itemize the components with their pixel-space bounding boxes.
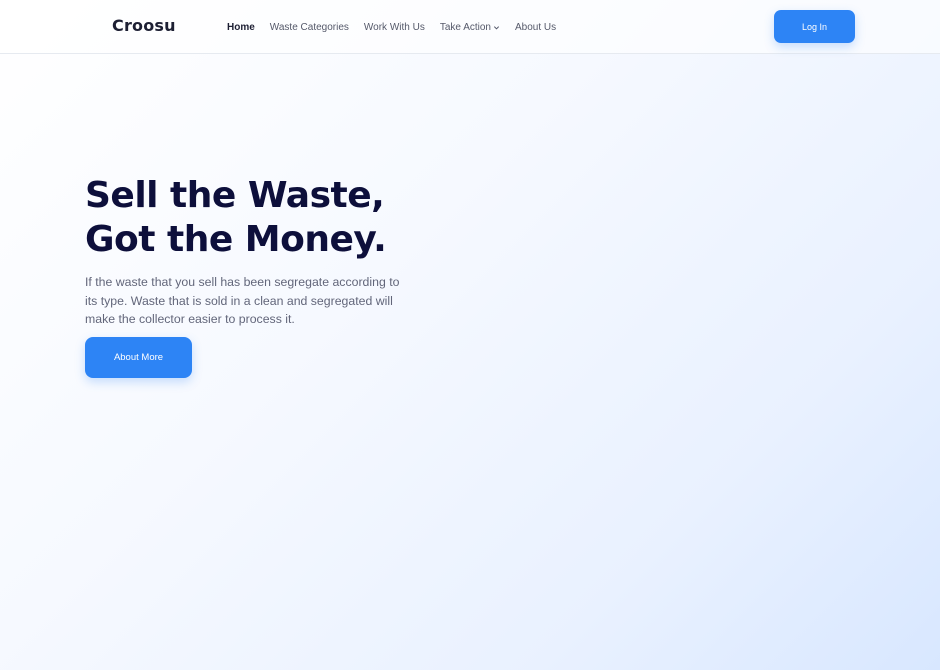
nav-item-waste-categories[interactable]: Waste Categories <box>270 22 349 33</box>
hero-title-line-2: Got the Money. <box>85 219 387 260</box>
nav-item-work-with-us[interactable]: Work With Us <box>364 22 425 33</box>
hero-title: Sell the Waste, Got the Money. <box>85 174 505 262</box>
brand-logo[interactable]: Croosu <box>112 16 176 35</box>
top-navbar: Croosu Home Waste Categories Work With U… <box>0 0 940 54</box>
nav-item-take-action-label: Take Action <box>439 21 491 33</box>
hero-title-line-1: Sell the Waste, <box>85 175 385 216</box>
login-button[interactable]: Log In <box>774 10 855 43</box>
nav-item-home[interactable]: Home <box>227 22 255 33</box>
nav-item-take-action[interactable]: Take Action <box>440 22 500 33</box>
nav-item-about-us[interactable]: About Us <box>515 22 556 33</box>
hero-description: If the waste that you sell has been segr… <box>85 275 400 326</box>
main-nav: Home Waste Categories Work With Us Take … <box>227 0 571 54</box>
about-more-button[interactable]: About More <box>85 337 192 378</box>
chevron-down-icon <box>493 25 500 29</box>
